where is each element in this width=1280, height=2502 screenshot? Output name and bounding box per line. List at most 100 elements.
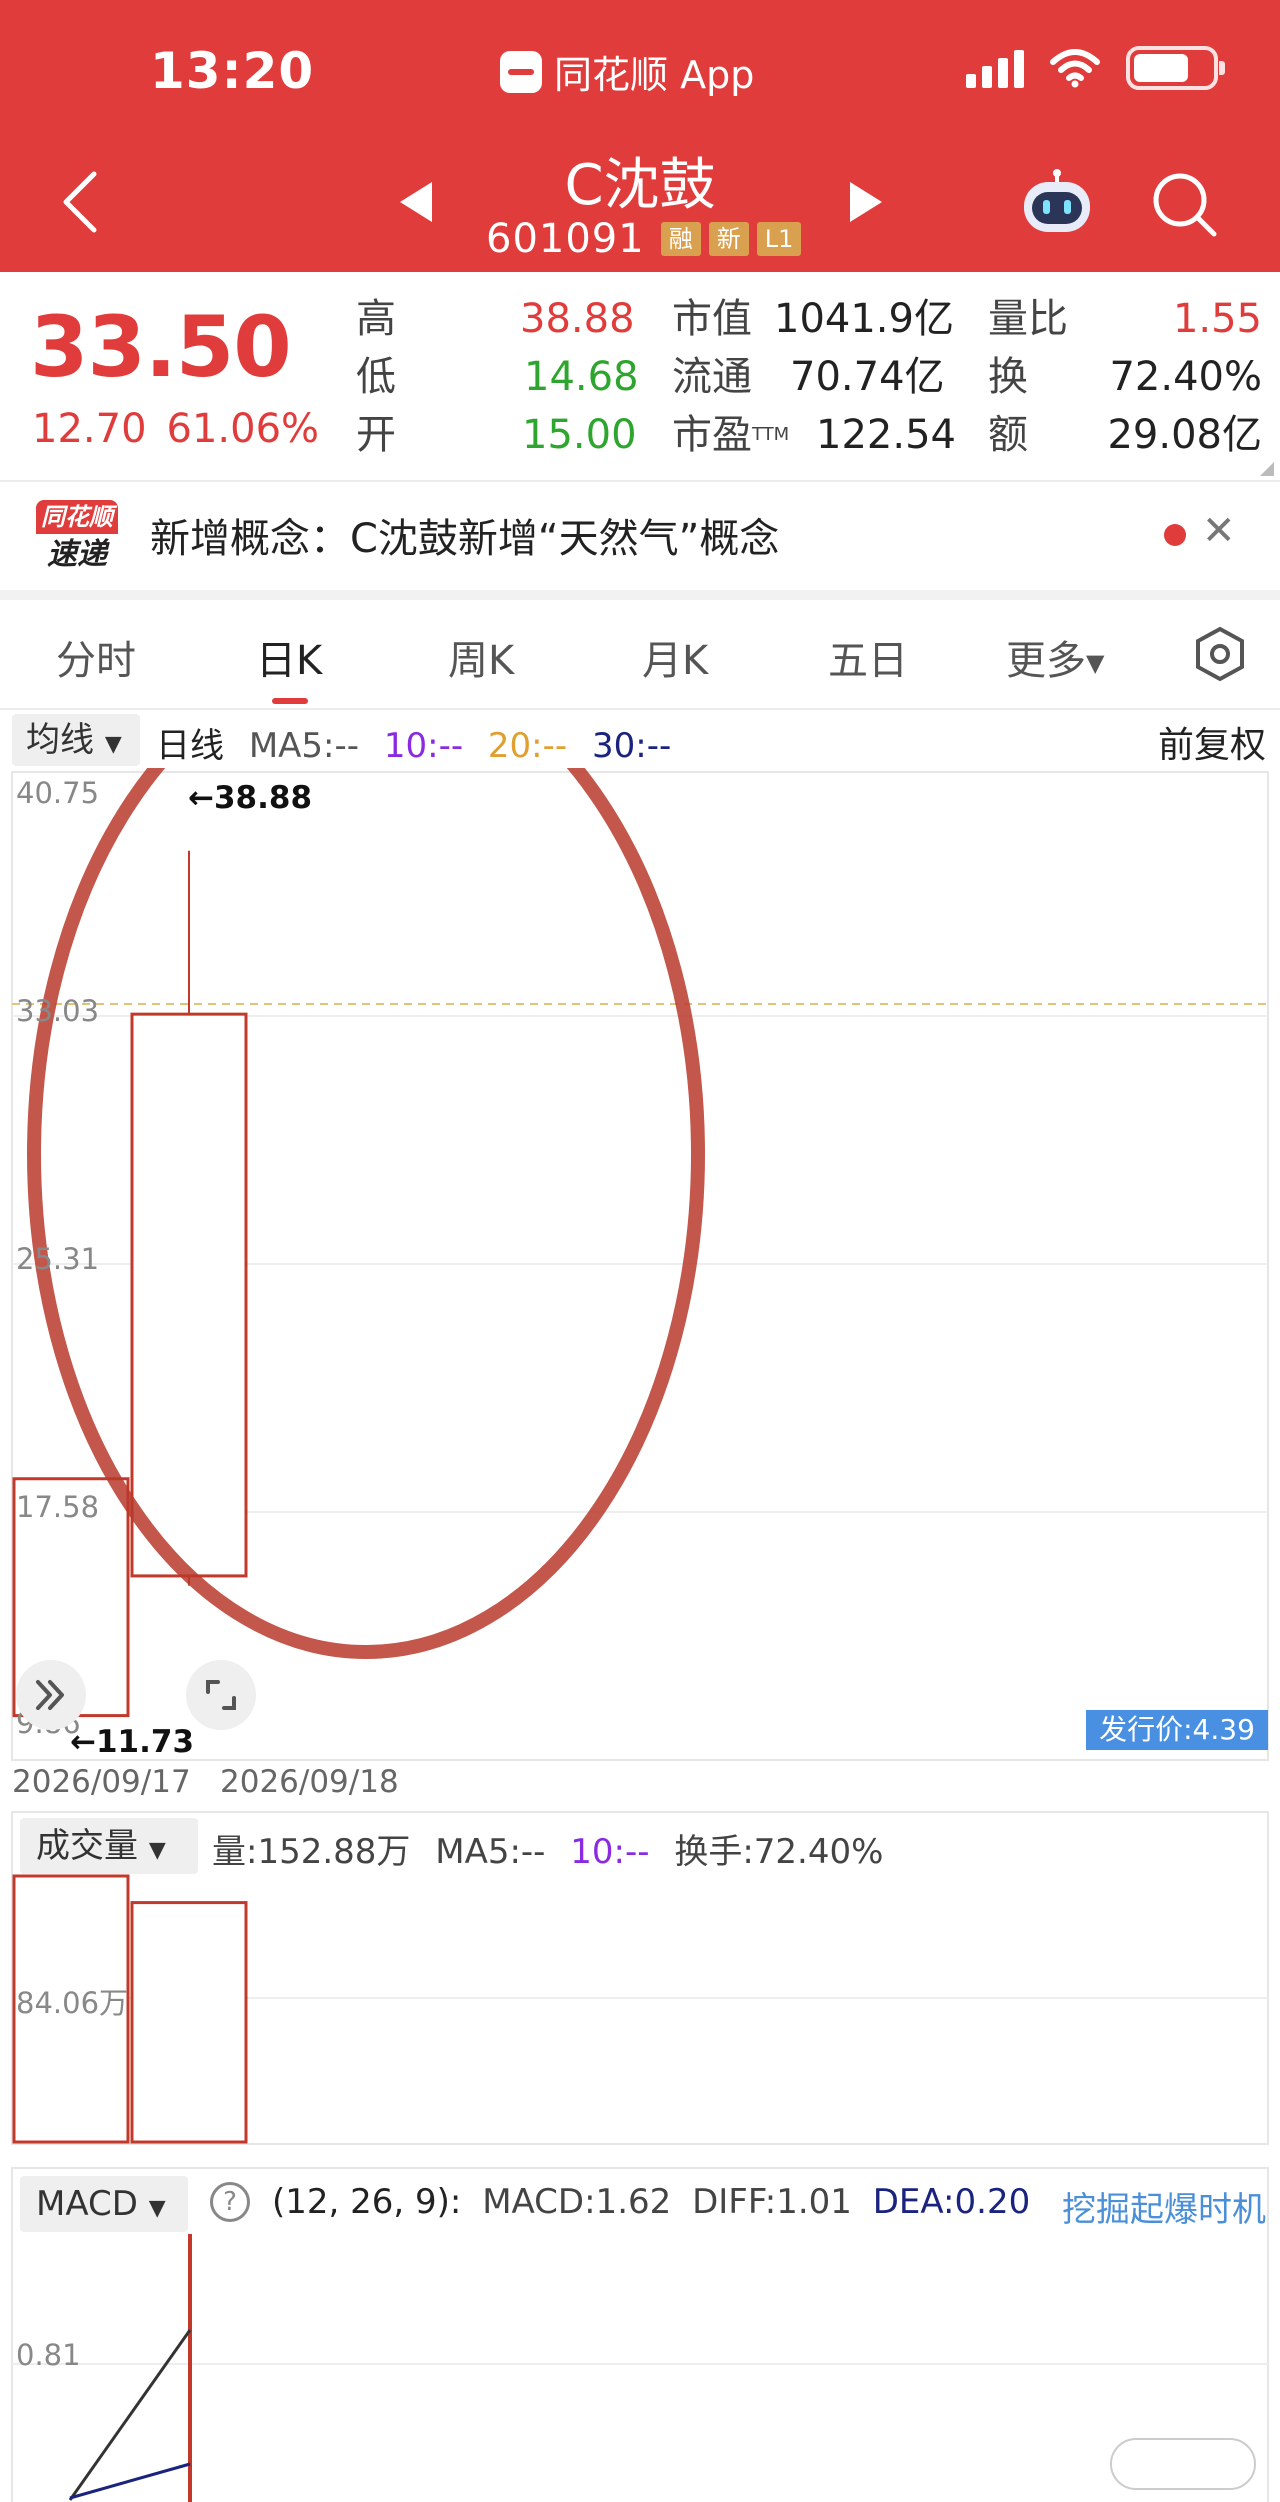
expand-icon [206,1680,236,1710]
macd-dropdown-label: MACD [36,2184,138,2224]
price-change: 12.70 [32,406,147,452]
explore-link[interactable]: 挖掘起爆时机 [1062,2182,1266,2231]
status-app-name: 同花顺 App [554,53,755,97]
tab-monthly-k[interactable]: 月K [642,628,708,686]
mktcap-value: 1041.9亿 [774,296,954,342]
next-stock-icon[interactable] [848,180,884,224]
ma10-value: 10:-- [383,726,464,766]
turnover-label: 换 [988,354,1028,400]
amount-label: 额 [988,412,1028,458]
expand-corner-icon[interactable] [1260,462,1274,476]
issue-price-badge: 发行价:4.39 [1086,1710,1268,1750]
status-icons [966,46,1225,90]
price-axis-label: 33.03 [16,994,100,1028]
tab-daily-k[interactable]: 日K [256,628,322,686]
dropdown-arrow-icon: ▼ [1086,649,1105,677]
ma-dropdown-label: 均线 [26,720,94,760]
stock-code-row: 601091 融 新 L1 [486,216,802,262]
pe-label-row: 市盈TTM [672,410,789,460]
amount-value: 29.08亿 [1107,412,1262,458]
high-value: 38.88 [520,296,635,342]
tab-more[interactable]: 更多▼ [1006,628,1104,686]
volume-legend: 量:152.88万 MA5:-- 10:-- 换手:72.40% [212,1824,883,1873]
news-logo: 同花顺 速递 [36,500,118,576]
high-marker: ←38.88 [188,780,313,816]
volume-dropdown[interactable]: 成交量 ▼ [20,1818,198,1874]
open-value: 15.00 [522,412,637,458]
news-logo-bottom: 速递 [47,537,107,572]
high-label: 高 [356,296,396,342]
app-logo-icon [500,50,542,93]
mktcap-label: 市值 [672,296,752,342]
price-axis-label: 17.58 [16,1490,100,1524]
ma-dropdown[interactable]: 均线 ▼ [12,714,140,766]
x-axis-date: 2026/09/17 [12,1764,191,1800]
current-price: 33.50 [30,298,292,396]
diff-value: DIFF:1.01 [692,2182,852,2222]
macd-value: MACD:1.62 [482,2182,672,2222]
help-icon[interactable]: ? [210,2182,250,2222]
assistant-robot-icon[interactable] [1018,168,1096,238]
candle-body [130,1012,248,1578]
scroll-right-button[interactable] [16,1660,86,1730]
ma20-value: 20:-- [487,726,568,766]
tab-five-day[interactable]: 五日 [828,628,908,686]
settings-hexagon-icon[interactable] [1192,626,1248,682]
search-icon[interactable] [1150,170,1220,240]
adjust-mode[interactable]: 前复权 [1158,716,1266,768]
dropdown-arrow-icon: ▼ [104,732,122,757]
volume-dropdown-label: 成交量 [36,1826,138,1866]
tab-weekly-k[interactable]: 周K [448,628,514,686]
dropdown-arrow-icon: ▼ [148,2196,166,2221]
volume-ma5: MA5:-- [435,1832,546,1872]
status-time: 13:20 [150,42,315,100]
status-app-indicator[interactable]: 同花顺 App [500,44,754,99]
divider [0,480,1280,482]
price-axis-label: 25.31 [16,1242,100,1276]
pe-label: 市盈 [672,412,752,458]
pe-value: 122.54 [816,412,956,458]
volratio-value: 1.55 [1172,296,1262,342]
float-value: 70.74亿 [790,354,945,400]
price-axis-label: 40.75 [16,776,100,810]
dropdown-arrow-icon: ▼ [148,1838,166,1863]
dea-line [69,2462,191,2500]
price-change-pct: 61.06% [166,406,320,452]
dea-value: DEA:0.20 [872,2182,1031,2222]
macd-axis-label: 0.81 [16,2338,81,2372]
ma-legend: 日线 MA5:-- 10:-- 20:-- 30:-- [156,718,671,767]
period-label: 日线 [156,726,224,766]
pe-ttm-sup: TTM [752,424,790,445]
price-change-row: 12.70 61.06% [32,406,319,452]
macd-dropdown[interactable]: MACD ▼ [20,2176,188,2232]
volume-value: 量:152.88万 [212,1832,411,1872]
macd-params: (12, 26, 9): [272,2182,462,2222]
diff-line [68,2329,192,2501]
floating-toolbar[interactable] [1110,2438,1256,2490]
low-label: 低 [356,354,396,400]
divider [0,590,1280,600]
x-axis-date: 2026/09/18 [220,1764,399,1800]
stock-code: 601091 [486,216,645,262]
macd-legend: (12, 26, 9): MACD:1.62 DIFF:1.01 DEA:0.2… [272,2182,1030,2222]
new-tag: 新 [708,222,749,256]
float-label: 流通 [672,354,752,400]
ma5-value: MA5:-- [248,726,360,766]
volratio-label: 量比 [988,296,1068,342]
ma30-value: 30:-- [592,726,672,766]
wifi-icon [1050,49,1100,88]
turnover-value: 72.40% [1109,354,1262,400]
volume-ma10: 10:-- [570,1832,650,1872]
tab-intraday[interactable]: 分时 [56,628,136,686]
kline-chart[interactable] [0,768,1280,1768]
news-ticker-text[interactable]: 新增概念：C沈鼓新增“天然气”概念 [150,506,779,564]
close-icon[interactable]: ✕ [1202,508,1236,554]
low-value: 14.68 [524,354,639,400]
volume-bar [130,1901,248,2144]
active-tab-indicator [272,698,308,704]
margin-tag: 融 [660,222,701,256]
fullscreen-button[interactable] [186,1660,256,1730]
signal-icon [966,48,1024,88]
app-header: 13:20 同花顺 App C沈鼓 601091 融 新 L1 [0,0,1280,272]
open-label: 开 [356,412,396,458]
